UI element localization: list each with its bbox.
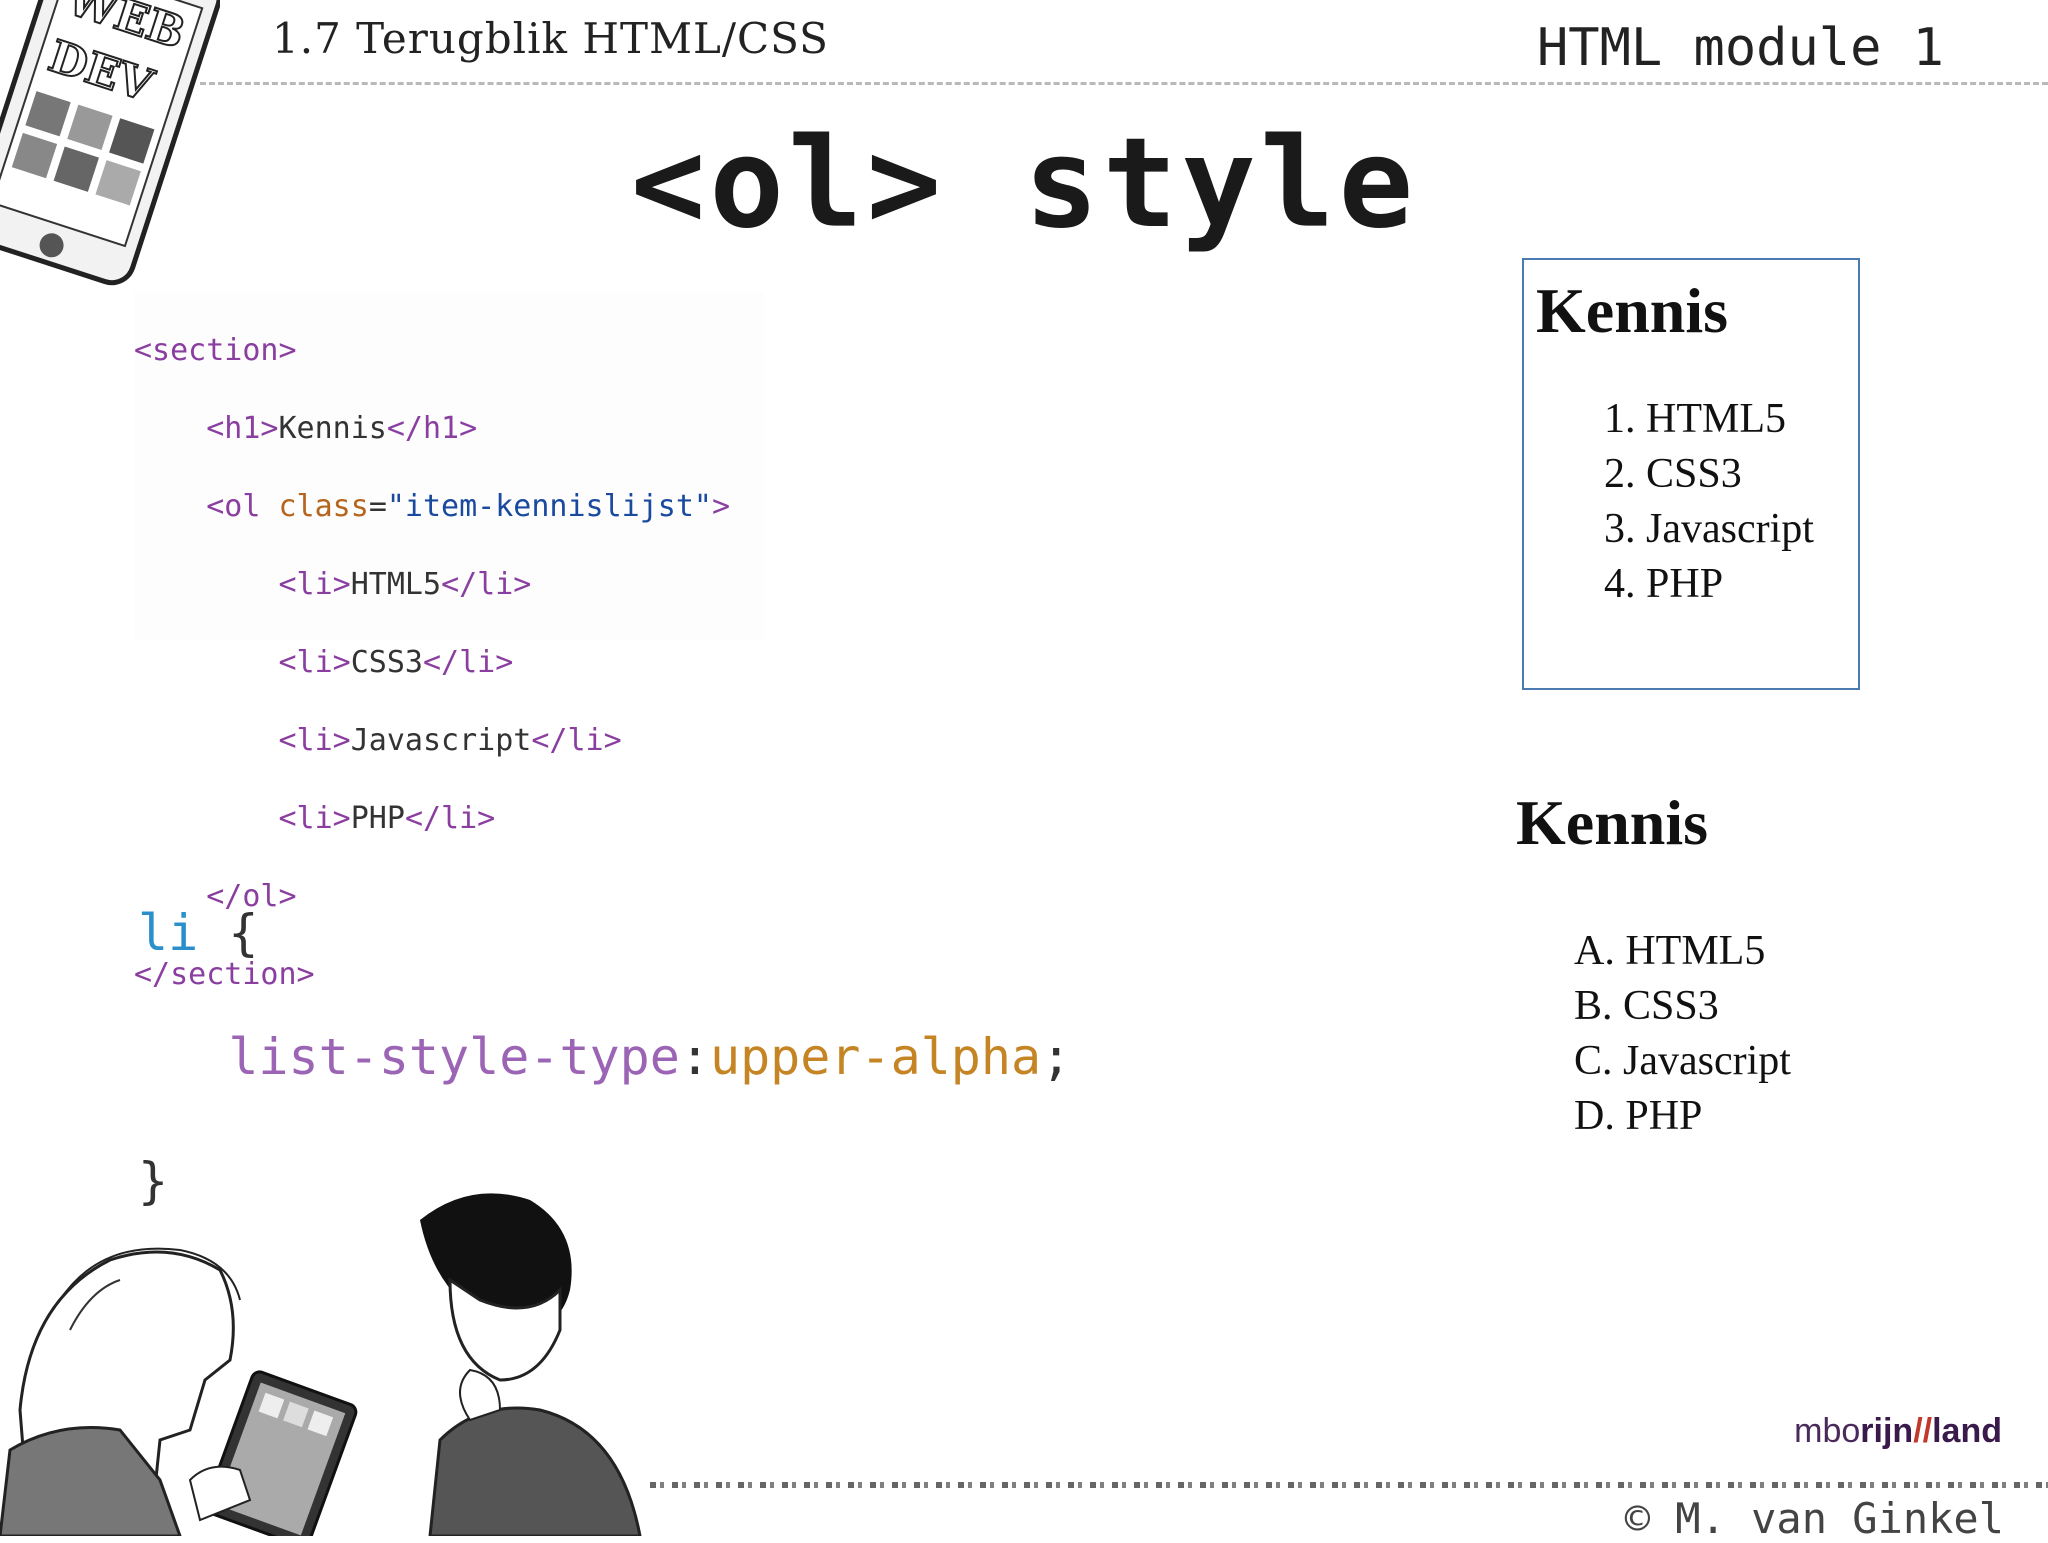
- preview-alpha-heading: Kennis: [1516, 787, 1709, 858]
- code-line: <ol class="item-kennislijst">: [206, 489, 731, 524]
- list-item: 2. CSS3: [1604, 451, 1742, 497]
- list-item: 4. PHP: [1604, 561, 1724, 607]
- code-line: <li>PHP</li>: [278, 801, 496, 836]
- code-line: <section>: [134, 331, 764, 370]
- code-line: <h1>Kennis</h1>: [134, 409, 764, 448]
- preview-heading: Kennis: [1536, 275, 1729, 346]
- code-line: <li>HTML5</li>: [278, 567, 532, 602]
- code-string: "item-kennislijst": [386, 489, 712, 524]
- css-code-block: li { list-style-type:upper-alpha; }: [138, 904, 1072, 1210]
- preview-decimal-box: Kennis 1. HTML5 2. CSS3 3. Javascript 4.…: [1522, 258, 1860, 690]
- preview-alpha-list: A. HTML5 B. CSS3 C. Javascript D. PHP: [1574, 924, 1791, 1144]
- preview-decimal-list: 1. HTML5 2. CSS3 3. Javascript 4. PHP: [1604, 392, 1814, 612]
- css-open-brace: {: [228, 904, 259, 962]
- css-selector: li: [138, 904, 199, 962]
- code-tag: <ol: [206, 489, 279, 524]
- list-item: A. HTML5: [1574, 928, 1766, 974]
- html-code-block: <section> <h1>Kennis</h1> <ol class="ite…: [134, 292, 764, 992]
- slide-title: <ol> style: [630, 112, 1418, 256]
- code-line: <li>Javascript</li>: [278, 723, 622, 758]
- code-tag: <section>: [134, 333, 297, 368]
- css-property: list-style-type: [228, 1028, 680, 1086]
- code-attr: class: [278, 489, 369, 524]
- mborijnland-logo: mborijn//land: [1794, 1412, 2002, 1450]
- code-text: Kennis: [278, 411, 387, 446]
- list-item: D. PHP: [1574, 1093, 1703, 1139]
- list-item: B. CSS3: [1574, 983, 1719, 1029]
- code-line: <li>CSS3</li>: [278, 645, 514, 680]
- lesson-title: 1.7 Terugblik HTML/CSS: [272, 14, 829, 63]
- list-item: C. Javascript: [1574, 1038, 1791, 1084]
- code-tag: <h1>: [206, 411, 279, 446]
- list-item: 1. HTML5: [1604, 396, 1786, 442]
- bottom-divider: [650, 1482, 2048, 1488]
- module-title: HTML module 1: [1537, 18, 1944, 78]
- css-value: upper-alpha: [709, 1028, 1042, 1086]
- people-illustration: [0, 1193, 642, 1536]
- code-tag: </h1>: [386, 411, 478, 446]
- list-item: 3. Javascript: [1604, 506, 1814, 552]
- top-divider: [200, 82, 2048, 85]
